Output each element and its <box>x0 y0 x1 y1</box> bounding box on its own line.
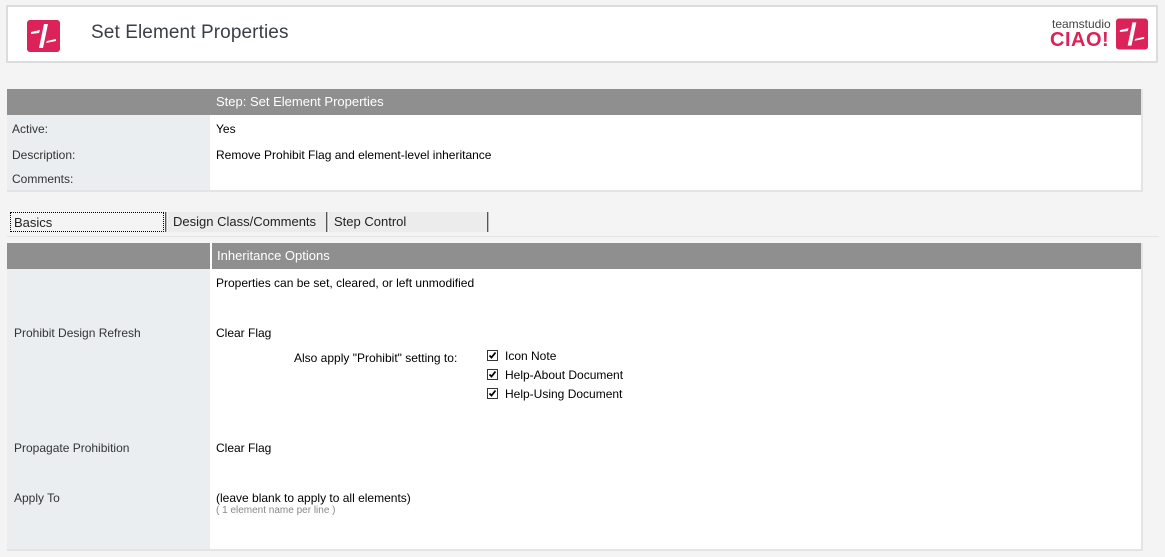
tab-bar: Basics Design Class/Comments Step Contro… <box>8 212 489 232</box>
tab-separator <box>165 212 167 232</box>
inheritance-options-panel: Inheritance Options Properties can be se… <box>7 243 1143 551</box>
description-value: Remove Prohibit Flag and element-level i… <box>216 148 492 162</box>
options-intro-text: Properties can be set, cleared, or left … <box>216 276 475 290</box>
tab-basics[interactable]: Basics <box>10 212 164 232</box>
checkbox-label: Help-Using Document <box>505 387 623 401</box>
active-label: Active: <box>12 122 49 136</box>
step-panel: Step: Set Element Properties Active: Yes… <box>7 89 1143 192</box>
tab-step-control[interactable]: Step Control <box>329 212 487 232</box>
checkbox-help-about-document[interactable] <box>487 369 498 380</box>
ciao-logo-icon <box>1116 18 1148 50</box>
brand-logo: teamstudio CIAO! <box>1028 15 1148 55</box>
brand-name-big: CIAO! <box>1050 29 1110 51</box>
teamstudio-logo-icon <box>27 20 60 52</box>
checkbox-label: Icon Note <box>505 349 557 363</box>
checkbox-help-using-document[interactable] <box>487 388 498 399</box>
apply-to-hint: ( 1 element name per line ) <box>216 505 336 516</box>
tab-underline <box>7 236 1159 237</box>
prohibit-design-refresh-label: Prohibit Design Refresh <box>14 326 141 340</box>
checkbox-label: Help-About Document <box>505 368 624 382</box>
page-title: Set Element Properties <box>91 22 289 43</box>
header-divider <box>210 243 212 269</box>
active-value: Yes <box>216 122 236 136</box>
tab-separator <box>326 212 328 232</box>
step-panel-title: Step: Set Element Properties <box>216 94 384 109</box>
page-header: Set Element Properties teamstudio CIAO! <box>6 5 1158 63</box>
step-panel-header: Step: Set Element Properties <box>7 89 1141 115</box>
checkbox-icon-note[interactable] <box>487 350 498 361</box>
also-apply-label: Also apply "Prohibit" setting to: <box>294 351 458 365</box>
tab-separator <box>487 212 489 232</box>
tab-design-class-comments[interactable]: Design Class/Comments <box>168 212 326 232</box>
options-panel-title: Inheritance Options <box>217 248 330 263</box>
options-panel-header: Inheritance Options <box>7 243 1141 269</box>
comments-label: Comments: <box>12 172 74 186</box>
prohibit-design-refresh-value[interactable]: Clear Flag <box>216 326 271 340</box>
apply-to-value[interactable]: (leave blank to apply to all elements) <box>216 491 411 505</box>
propagate-prohibition-label: Propagate Prohibition <box>14 441 130 455</box>
description-label: Description: <box>12 148 76 162</box>
propagate-prohibition-value[interactable]: Clear Flag <box>216 441 271 455</box>
apply-to-label: Apply To <box>14 491 60 505</box>
